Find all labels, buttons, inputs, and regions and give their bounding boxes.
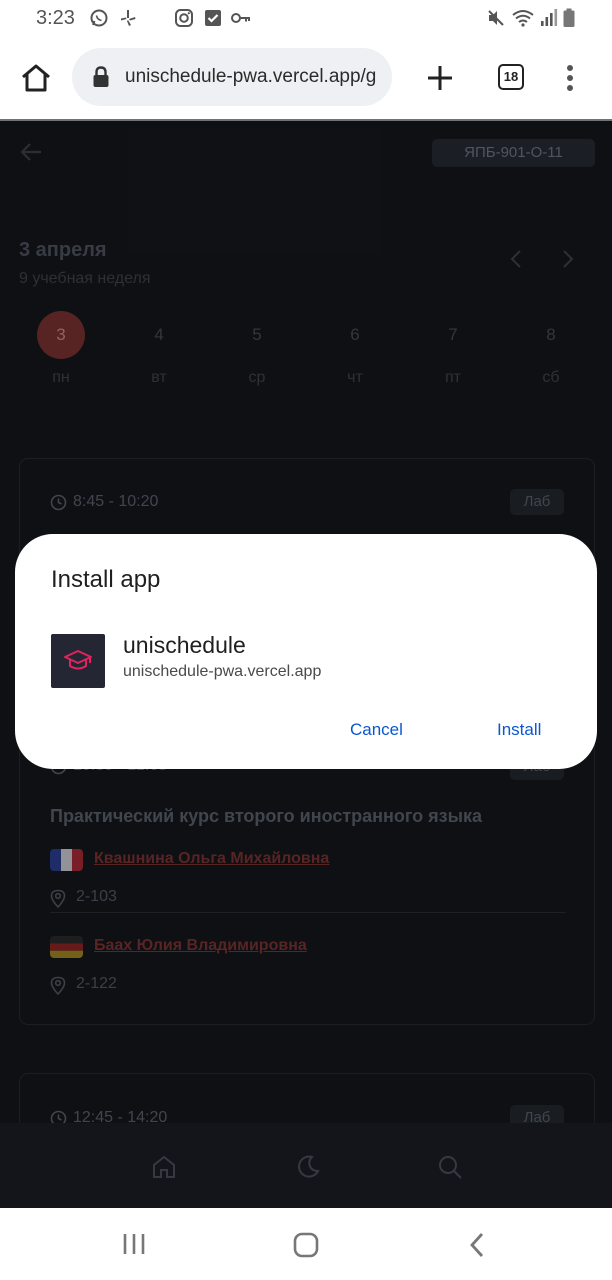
- address-bar[interactable]: unischedule-pwa.vercel.app/g: [72, 48, 392, 106]
- browser-toolbar: unischedule-pwa.vercel.app/g 18: [0, 36, 612, 119]
- system-nav-bar: [0, 1208, 612, 1280]
- install-button[interactable]: Install: [497, 720, 541, 740]
- key-icon: [231, 13, 250, 23]
- status-time: 3:23: [36, 7, 75, 29]
- new-tab-icon[interactable]: [426, 64, 454, 92]
- graduation-cap-icon: [64, 650, 92, 670]
- cancel-button[interactable]: Cancel: [350, 720, 403, 740]
- yelp-icon: [121, 10, 136, 26]
- system-back-icon[interactable]: [466, 1231, 488, 1259]
- url-text: unischedule-pwa.vercel.app/g: [125, 66, 377, 87]
- app-name: unischedule: [123, 632, 246, 658]
- battery-icon: [563, 8, 575, 27]
- instagram-icon: [175, 9, 193, 27]
- signal-icon: [541, 9, 558, 26]
- app-url: unischedule-pwa.vercel.app: [123, 663, 322, 680]
- dialog-title: Install app: [51, 566, 161, 593]
- lock-icon: [93, 66, 109, 87]
- app-icon: [51, 634, 105, 688]
- tab-switcher-button[interactable]: 18: [498, 64, 524, 90]
- more-options-icon[interactable]: [562, 63, 578, 93]
- system-home-icon[interactable]: [292, 1231, 320, 1259]
- tasks-check-icon: [205, 10, 221, 26]
- wifi-icon: [512, 10, 534, 27]
- mute-icon: [488, 10, 504, 26]
- recent-apps-icon[interactable]: [121, 1232, 147, 1256]
- home-icon[interactable]: [20, 63, 52, 93]
- install-app-dialog: Install app unischedule unischedule-pwa.…: [15, 534, 597, 769]
- status-bar: 3:23: [0, 0, 612, 36]
- whatsapp-icon: [90, 9, 108, 27]
